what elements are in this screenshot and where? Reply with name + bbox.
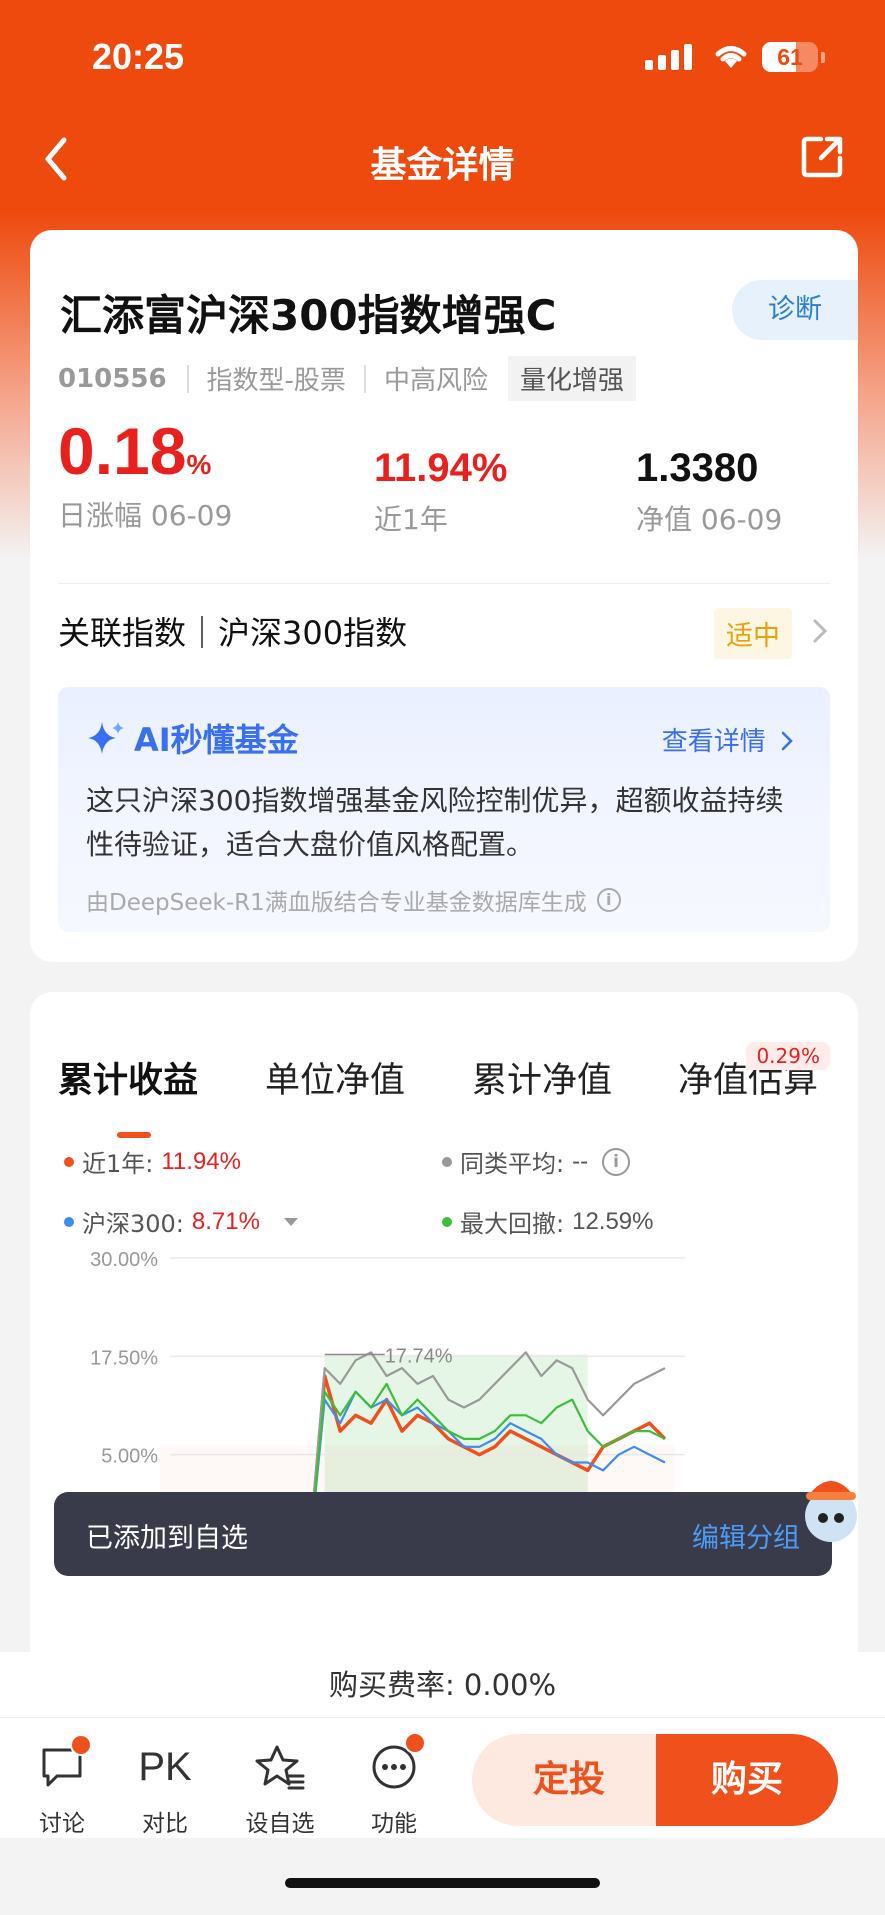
legend-fund-label: 近1年: bbox=[82, 1150, 154, 1178]
chart-tabs: 累计收益 单位净值 累计净值 净值估算 0.29% bbox=[30, 1032, 858, 1138]
nav-bar: 基金详情 bbox=[0, 110, 885, 210]
divider bbox=[58, 583, 830, 584]
active-tab-indicator bbox=[117, 1132, 151, 1138]
page-title: 基金详情 bbox=[370, 145, 515, 186]
legend-peer: 同类平均: -- i bbox=[442, 1144, 631, 1179]
one-year-return-label: 近1年 bbox=[374, 503, 448, 536]
return-chart[interactable]: 30.00%17.50%5.00%-7.50%17.74%-8.14% bbox=[30, 1228, 858, 1648]
add-watchlist-label: 设自选 bbox=[245, 1811, 315, 1837]
daily-change-label: 日涨幅 06-09 bbox=[58, 499, 233, 532]
one-year-return-value: 11.94% bbox=[374, 446, 508, 490]
strategy-tag: 量化增强 bbox=[507, 356, 636, 401]
sparkle-icon bbox=[88, 722, 124, 754]
chevron-right-icon[interactable] bbox=[812, 618, 828, 644]
more-functions-label: 功能 bbox=[371, 1811, 417, 1837]
fund-tags: 010556 指数型-股票 中高风险 量化增强 bbox=[58, 356, 636, 401]
status-time: 20:25 bbox=[92, 36, 185, 77]
y-tick-label: 30.00% bbox=[90, 1249, 158, 1271]
buy-button[interactable]: 购买 bbox=[656, 1734, 838, 1826]
wifi-icon bbox=[715, 46, 747, 68]
legend-index-dot bbox=[64, 1216, 74, 1227]
edit-group-button[interactable]: 编辑分组 bbox=[692, 1516, 800, 1555]
fund-code: 010556 bbox=[58, 363, 167, 394]
y-tick-label: 5.00% bbox=[101, 1446, 158, 1468]
legend-drawdown-dot bbox=[442, 1216, 452, 1227]
legend-peer-value: -- bbox=[572, 1147, 589, 1175]
ai-disclaimer: 由DeepSeek-R1满血版结合专业基金数据库生成 i bbox=[86, 883, 621, 917]
tab-unit-nav[interactable]: 单位净值 bbox=[265, 1052, 405, 1103]
mascot-icon[interactable] bbox=[798, 1462, 864, 1548]
estimate-badge: 0.29% bbox=[746, 1042, 830, 1070]
tag-divider bbox=[186, 364, 189, 393]
battery-tip bbox=[821, 52, 825, 63]
legend-peer-dot bbox=[442, 1156, 452, 1167]
ai-summary-box[interactable]: AI秒懂基金 查看详情 这只沪深300指数增强基金风险控制优异，超额收益持续性待… bbox=[58, 687, 830, 932]
toast-notification: 已添加到自选 编辑分组 bbox=[54, 1492, 832, 1576]
nav-value: 1.3380 bbox=[636, 446, 759, 490]
ai-view-details-link[interactable]: 查看详情 bbox=[662, 721, 794, 758]
notification-dot bbox=[70, 1734, 92, 1756]
bottom-action-bar: 讨论 PK 对比 设自选 功能 定投 购买 bbox=[0, 1718, 885, 1838]
info-icon[interactable]: i bbox=[596, 888, 621, 912]
risk-level-tag: 中高风险 bbox=[383, 366, 488, 396]
daily-change-stat: 0.18% 日涨幅 06-09 bbox=[58, 418, 232, 534]
one-year-return-stat: 11.94% 近1年 bbox=[374, 448, 507, 538]
y-tick-label: 17.50% bbox=[90, 1347, 158, 1369]
related-index-badge: 适中 bbox=[714, 608, 792, 659]
ai-view-details-label: 查看详情 bbox=[661, 727, 766, 757]
discuss-label: 讨论 bbox=[39, 1811, 85, 1837]
caret-down-icon[interactable] bbox=[282, 1216, 300, 1228]
daily-change-value: 0.18 bbox=[58, 414, 187, 488]
nav-value-stat: 1.3380 净值 06-09 bbox=[636, 448, 782, 538]
status-bar: 20:25 61 bbox=[0, 0, 885, 110]
max-annotation: 17.74% bbox=[385, 1345, 453, 1367]
legend-fund: 近1年: 11.94% bbox=[64, 1144, 241, 1179]
diagnose-button[interactable]: 诊断 bbox=[732, 280, 858, 340]
ai-summary-text: 这只沪深300指数增强基金风险控制优异，超额收益持续性待验证，适合大盘价值风格配… bbox=[86, 784, 784, 861]
legend-fund-value: 11.94% bbox=[161, 1147, 241, 1175]
chevron-right-icon bbox=[781, 731, 793, 751]
ai-disclaimer-text: 由DeepSeek-R1满血版结合专业基金数据库生成 bbox=[86, 890, 587, 916]
home-indicator bbox=[285, 1878, 600, 1888]
tab-cumulative-nav[interactable]: 累计净值 bbox=[472, 1052, 612, 1103]
toast-message: 已添加到自选 bbox=[86, 1523, 248, 1554]
performance-card: 累计收益 单位净值 累计净值 净值估算 0.29% 近1年: 11.94% 同类… bbox=[30, 992, 858, 1692]
fund-name: 汇添富沪深300指数增强C bbox=[60, 291, 557, 340]
more-functions-button[interactable]: 功能 bbox=[354, 1732, 434, 1838]
info-icon[interactable]: i bbox=[602, 1147, 631, 1176]
compare-label: 对比 bbox=[142, 1811, 188, 1837]
battery-percent: 61 bbox=[777, 44, 803, 70]
fund-summary-card: 汇添富沪深300指数增强C 诊断 010556 指数型-股票 中高风险 量化增强… bbox=[30, 230, 858, 962]
battery-icon: 61 bbox=[762, 42, 818, 72]
daily-change-unit: % bbox=[186, 449, 212, 480]
star-icon bbox=[255, 1745, 305, 1790]
pk-icon: PK bbox=[138, 1744, 192, 1789]
fund-type-tag: 指数型-股票 bbox=[206, 366, 346, 396]
auto-invest-button[interactable]: 定投 bbox=[472, 1734, 666, 1826]
ai-title-text: AI秒懂基金 bbox=[134, 721, 299, 759]
legend-fund-dot bbox=[64, 1156, 74, 1167]
share-icon[interactable] bbox=[799, 134, 845, 180]
related-index[interactable]: 关联指数｜沪深300指数 bbox=[58, 608, 407, 654]
legend-peer-label: 同类平均: bbox=[460, 1150, 565, 1178]
purchase-fee: 购买费率: 0.00% bbox=[0, 1652, 885, 1718]
add-watchlist-button[interactable]: 设自选 bbox=[240, 1742, 320, 1838]
tag-divider bbox=[363, 364, 366, 393]
compare-button[interactable]: PK 对比 bbox=[125, 1742, 205, 1838]
discuss-button[interactable]: 讨论 bbox=[22, 1734, 102, 1838]
ai-summary-title: AI秒懂基金 bbox=[86, 715, 299, 761]
nav-value-label: 净值 06-09 bbox=[636, 503, 783, 536]
tab-cumulative-return[interactable]: 累计收益 bbox=[58, 1052, 198, 1103]
cellular-signal-icon bbox=[645, 44, 692, 70]
notification-dot bbox=[404, 1732, 426, 1754]
